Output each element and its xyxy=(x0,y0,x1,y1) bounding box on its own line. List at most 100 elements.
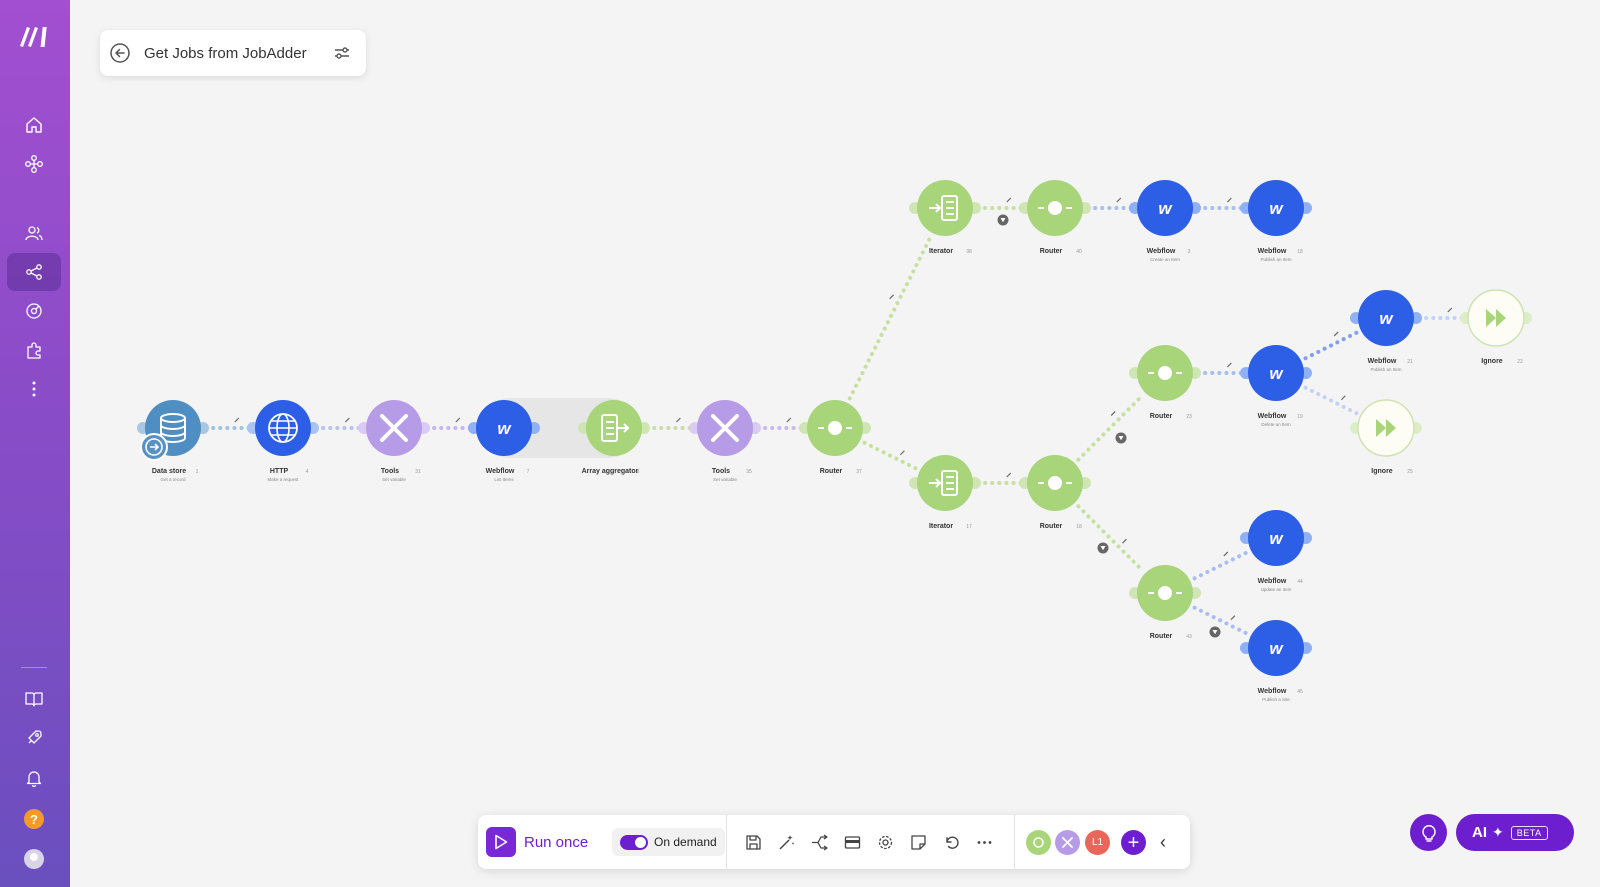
connections-icon xyxy=(26,303,42,319)
wrench-icon[interactable] xyxy=(1226,197,1232,203)
custom-app-icon[interactable]: L1 xyxy=(1085,830,1110,855)
wrench-icon[interactable] xyxy=(889,294,895,300)
scenario-canvas[interactable]: Data store 1 Get a record HTTP 4 Make a reque… xyxy=(70,0,1600,800)
module-wf-publish3[interactable]: w Webflow 45 Publish a Site xyxy=(1240,620,1312,702)
sidebar-item-home[interactable] xyxy=(7,106,61,144)
sidebar-item-connections[interactable] xyxy=(7,292,61,330)
module-number: 19 xyxy=(1297,414,1303,420)
sidebar-item-notifications[interactable] xyxy=(7,759,61,797)
module-wf-publish2[interactable]: w Webflow 21 Publish an Item xyxy=(1350,290,1422,372)
sidebar-item-team[interactable] xyxy=(7,214,61,252)
sidebar-item-scenarios[interactable] xyxy=(7,253,61,291)
module-number: 43 xyxy=(1186,634,1192,640)
filter-icon[interactable] xyxy=(1097,542,1109,554)
module-tools1[interactable]: Tools 31 Set variable xyxy=(358,400,430,482)
webflow-icon: w xyxy=(1158,199,1173,218)
settings-icon[interactable] xyxy=(875,832,895,852)
module-router-upper[interactable]: Router 23 xyxy=(1129,345,1201,420)
notes-icon[interactable] xyxy=(842,832,862,852)
apps-icon xyxy=(27,342,41,359)
module-ignore1[interactable]: Ignore 22 xyxy=(1460,289,1532,365)
module-router-top[interactable]: Router 40 xyxy=(1019,180,1091,255)
more-icon[interactable] xyxy=(974,832,994,852)
wrench-icon[interactable] xyxy=(675,417,681,423)
wrench-icon[interactable] xyxy=(1006,197,1012,203)
wrench-icon[interactable] xyxy=(1447,307,1453,313)
make-logo-icon[interactable] xyxy=(18,24,52,48)
sidebar-item-apps[interactable] xyxy=(7,331,61,369)
ai-assistant-button[interactable]: AI ✦ BETA xyxy=(1456,814,1574,851)
filter-icon[interactable] xyxy=(1209,626,1221,638)
sidebar-item-docs[interactable] xyxy=(7,680,61,718)
save-icon[interactable] xyxy=(743,832,763,852)
svg-text:w: w xyxy=(1269,529,1284,548)
wrench-icon[interactable] xyxy=(1226,362,1232,368)
module-http[interactable]: HTTP 4 Make a request xyxy=(247,400,319,482)
module-ignore2[interactable]: Ignore 25 xyxy=(1350,399,1422,475)
scenarios-icon xyxy=(26,264,42,280)
module-label: Ignore xyxy=(1481,358,1502,365)
wrench-icon[interactable] xyxy=(1230,615,1236,621)
wrench-icon[interactable] xyxy=(1340,395,1346,401)
sidebar-item-whats-new[interactable] xyxy=(7,719,61,757)
filter-icon[interactable] xyxy=(1115,432,1127,444)
trigger-badge-icon[interactable] xyxy=(140,433,168,461)
module-action: List Items xyxy=(494,477,514,482)
module-label: Webflow xyxy=(1258,578,1287,585)
sidebar-item-templates[interactable] xyxy=(7,145,61,183)
module-label: Tools xyxy=(712,468,730,475)
lightbulb-icon xyxy=(1421,824,1436,842)
module-iter-top[interactable]: Iterator 38 xyxy=(909,180,981,255)
filter-icon[interactable] xyxy=(997,214,1009,226)
auto-align-icon[interactable] xyxy=(776,832,796,852)
sidebar-item-more[interactable] xyxy=(7,370,61,408)
add-module-button[interactable]: + xyxy=(1121,830,1146,855)
module-iter-bot[interactable]: Iterator 17 xyxy=(909,455,981,530)
wrench-icon[interactable] xyxy=(1223,551,1229,557)
wrench-icon[interactable] xyxy=(1110,411,1116,416)
schedule-toggle[interactable]: On demand xyxy=(612,828,725,856)
module-router-mid[interactable]: Router 18 xyxy=(1019,455,1091,530)
module-wf-update[interactable]: w Webflow 44 Update an Item xyxy=(1240,510,1312,592)
wrench-icon[interactable] xyxy=(899,450,905,456)
wrench-icon[interactable] xyxy=(455,417,461,423)
explain-flow-icon[interactable] xyxy=(809,832,829,852)
connection-line[interactable] xyxy=(1076,504,1144,572)
module-tools2[interactable]: Tools 35 Set variable xyxy=(689,400,761,482)
connection-line[interactable] xyxy=(1192,605,1249,636)
module-number: 21 xyxy=(1407,359,1413,365)
connection-line[interactable] xyxy=(1303,330,1359,361)
module-number: 3 xyxy=(1188,249,1191,255)
module-wf-create[interactable]: w Webflow 3 Create an Item xyxy=(1129,180,1201,262)
connection-line[interactable] xyxy=(1076,394,1144,462)
chevron-left-icon[interactable]: ‹ xyxy=(1153,830,1173,855)
module-router-lower[interactable]: Router 43 xyxy=(1129,565,1201,640)
tools-app-icon[interactable] xyxy=(1055,830,1080,855)
connection-line[interactable] xyxy=(1303,385,1359,416)
webflow-icon: w xyxy=(497,419,512,438)
hint-button[interactable] xyxy=(1410,814,1447,851)
router-app-icon[interactable] xyxy=(1026,830,1051,855)
module-router1[interactable]: Router 37 xyxy=(799,400,871,475)
module-action: Publish an Item xyxy=(1370,367,1401,372)
undo-icon[interactable] xyxy=(941,832,961,852)
module-number: 44 xyxy=(1297,579,1303,585)
sticky-note-icon[interactable] xyxy=(908,832,928,852)
module-wf-delete[interactable]: w Webflow 19 Delete an Item xyxy=(1240,345,1312,427)
sidebar-item-profile[interactable] xyxy=(7,840,61,878)
wrench-icon[interactable] xyxy=(1006,472,1012,478)
schedule-switch[interactable] xyxy=(620,834,648,850)
connection-line[interactable] xyxy=(1192,550,1249,581)
wrench-icon[interactable] xyxy=(786,417,792,423)
wrench-icon[interactable] xyxy=(1116,197,1122,203)
wrench-icon[interactable] xyxy=(234,417,240,423)
notifications-icon xyxy=(26,771,42,788)
wrench-icon[interactable] xyxy=(1122,538,1127,544)
module-wf-publish1[interactable]: w Webflow 18 Publish an Item xyxy=(1240,180,1312,262)
wrench-icon[interactable] xyxy=(344,417,350,423)
run-once-button[interactable]: Run once xyxy=(486,827,588,857)
wrench-icon[interactable] xyxy=(1333,331,1339,337)
connection-line[interactable] xyxy=(862,440,918,471)
connection-line[interactable] xyxy=(847,235,933,401)
sidebar-item-help[interactable]: ? xyxy=(7,800,61,838)
